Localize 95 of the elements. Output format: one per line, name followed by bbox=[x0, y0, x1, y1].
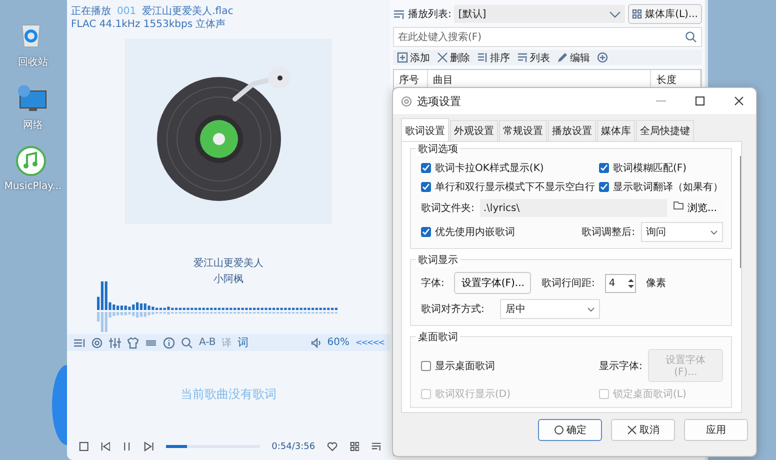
line-spacing-spinner[interactable]: 4 bbox=[604, 274, 636, 292]
field-label: 歌词行间距: bbox=[541, 277, 595, 290]
tab[interactable]: 全局快捷键 bbox=[636, 120, 694, 141]
shirt-icon[interactable] bbox=[127, 336, 139, 348]
pencil-icon bbox=[557, 52, 568, 64]
group-title: 桌面歌词 bbox=[416, 330, 460, 344]
settings-icon[interactable] bbox=[91, 336, 103, 348]
search-icon[interactable] bbox=[685, 31, 697, 43]
field-label: 歌词文件夹: bbox=[421, 202, 474, 215]
toolbar-button[interactable]: 添加 bbox=[397, 50, 430, 65]
playlist-label: 播放列表: bbox=[408, 8, 452, 21]
close-icon bbox=[437, 52, 448, 64]
group-title: 歌词显示 bbox=[416, 253, 460, 267]
ab-repeat-button[interactable]: A-B bbox=[199, 337, 216, 348]
track-number: 001 bbox=[117, 6, 136, 17]
checkbox[interactable]: 显示歌词翻译（如果有） bbox=[599, 180, 723, 194]
chevron-down-icon bbox=[710, 230, 718, 234]
circle-icon bbox=[554, 425, 564, 435]
toolbar-button[interactable]: 编辑 bbox=[557, 50, 590, 65]
lyrics-button[interactable]: 词 bbox=[238, 335, 249, 350]
now-playing-label: 正在播放 bbox=[71, 6, 111, 17]
tab[interactable]: 播放设置 bbox=[548, 120, 596, 141]
chevron-down-icon bbox=[587, 306, 596, 312]
checkbox[interactable]: 歌词模糊匹配(F) bbox=[599, 161, 723, 175]
tab[interactable]: 外观设置 bbox=[450, 120, 498, 141]
format-info: FLAC 44.1kHz 1553kbps 立体声 bbox=[71, 19, 226, 30]
media-library-button[interactable]: 媒体库(L)... bbox=[628, 4, 702, 24]
equalizer-icon[interactable] bbox=[109, 336, 121, 348]
unit-label: 像素 bbox=[646, 276, 666, 290]
checkbox[interactable]: 歌词卡拉OK样式显示(K) bbox=[421, 161, 599, 175]
maximize-icon[interactable] bbox=[695, 96, 705, 106]
group-title: 歌词选项 bbox=[416, 142, 460, 156]
artist-name: 小阿枫 bbox=[212, 272, 244, 286]
apply-button[interactable]: 应用 bbox=[684, 419, 748, 441]
checkmark-icon bbox=[422, 228, 430, 236]
dropdown-value: [默认] bbox=[458, 8, 486, 21]
close-icon bbox=[626, 425, 636, 435]
stop-icon[interactable] bbox=[79, 441, 89, 452]
checkbox[interactable]: 单行和双行显示模式下不显示空白行 bbox=[421, 180, 599, 194]
toolbar-button[interactable]: 删除 bbox=[437, 50, 470, 65]
field-label: 字体: bbox=[421, 276, 444, 290]
alignment-dropdown[interactable]: 居中 bbox=[500, 299, 600, 319]
checkmark-icon bbox=[422, 164, 430, 172]
file-name: 爱江山更爱美人.flac bbox=[142, 6, 234, 17]
field-label: 歌词对齐方式: bbox=[421, 302, 484, 316]
after-adjust-dropdown[interactable]: 询问 bbox=[641, 222, 723, 242]
sort-icon bbox=[477, 52, 488, 64]
list-icon bbox=[517, 52, 528, 64]
playlist-icon bbox=[393, 8, 405, 20]
playlist-icon[interactable] bbox=[371, 441, 382, 452]
no-lyrics-message: 当前歌曲没有歌词 bbox=[180, 386, 278, 403]
settings-icon bbox=[401, 96, 412, 106]
checkmark-icon bbox=[600, 164, 608, 172]
dropdown-value: 询问 bbox=[646, 226, 666, 239]
search-field[interactable]: 在此处键入搜索(F) bbox=[393, 27, 702, 47]
checkmark-icon bbox=[422, 183, 430, 191]
field-value: .\lyrics\ bbox=[483, 202, 520, 214]
progress-fill[interactable] bbox=[166, 445, 188, 448]
search-icon[interactable] bbox=[181, 336, 193, 348]
field-label: 歌词调整后: bbox=[582, 226, 635, 239]
song-title: 爱江山更爱美人 bbox=[192, 256, 264, 270]
checkbox[interactable]: 优先使用内嵌歌词 bbox=[421, 225, 515, 239]
cancel-button[interactable]: 取消 bbox=[611, 419, 675, 441]
checkbox[interactable]: 显示桌面歌词 bbox=[421, 349, 599, 382]
tab[interactable]: 歌词设置 bbox=[401, 118, 449, 141]
grid-icon bbox=[632, 9, 642, 19]
playlist-dropdown[interactable]: [默认] bbox=[454, 5, 626, 23]
folder-icon bbox=[673, 201, 684, 210]
toolbar-button[interactable]: 列表 bbox=[517, 50, 550, 65]
browse-button[interactable]: 浏览... bbox=[667, 198, 723, 218]
spinner-value: 4 bbox=[608, 278, 616, 288]
tab[interactable]: 常规设置 bbox=[499, 120, 547, 141]
chevron-down-icon bbox=[609, 10, 622, 18]
grid-icon[interactable] bbox=[350, 441, 360, 452]
next-icon[interactable] bbox=[144, 441, 154, 452]
close-icon[interactable] bbox=[734, 96, 744, 106]
folder-field[interactable]: .\lyrics\ 浏览... bbox=[480, 199, 723, 217]
toolbar-button[interactable]: 排序 bbox=[477, 50, 510, 65]
playback-time: 0:54/3:56 bbox=[272, 442, 316, 452]
volume-icon[interactable] bbox=[311, 338, 322, 348]
checkmark-icon bbox=[600, 183, 608, 191]
volume-level: 60% bbox=[327, 337, 350, 348]
set-font-button[interactable]: 设置字体(F)... bbox=[454, 272, 532, 294]
plus-circle-icon[interactable] bbox=[597, 52, 608, 64]
heart-icon[interactable] bbox=[327, 441, 338, 452]
previous-icon[interactable] bbox=[100, 441, 110, 452]
dialog-title: 选项设置 bbox=[417, 94, 461, 108]
add-icon bbox=[397, 52, 408, 64]
tab[interactable]: 媒体库 bbox=[597, 120, 635, 141]
dropdown-value: 居中 bbox=[505, 302, 526, 316]
field-label: 显示字体: bbox=[599, 360, 642, 372]
list-icon[interactable] bbox=[73, 336, 85, 348]
ok-button[interactable]: 确定 bbox=[538, 419, 602, 441]
info-icon[interactable] bbox=[163, 336, 175, 348]
pause-icon[interactable] bbox=[122, 441, 132, 452]
